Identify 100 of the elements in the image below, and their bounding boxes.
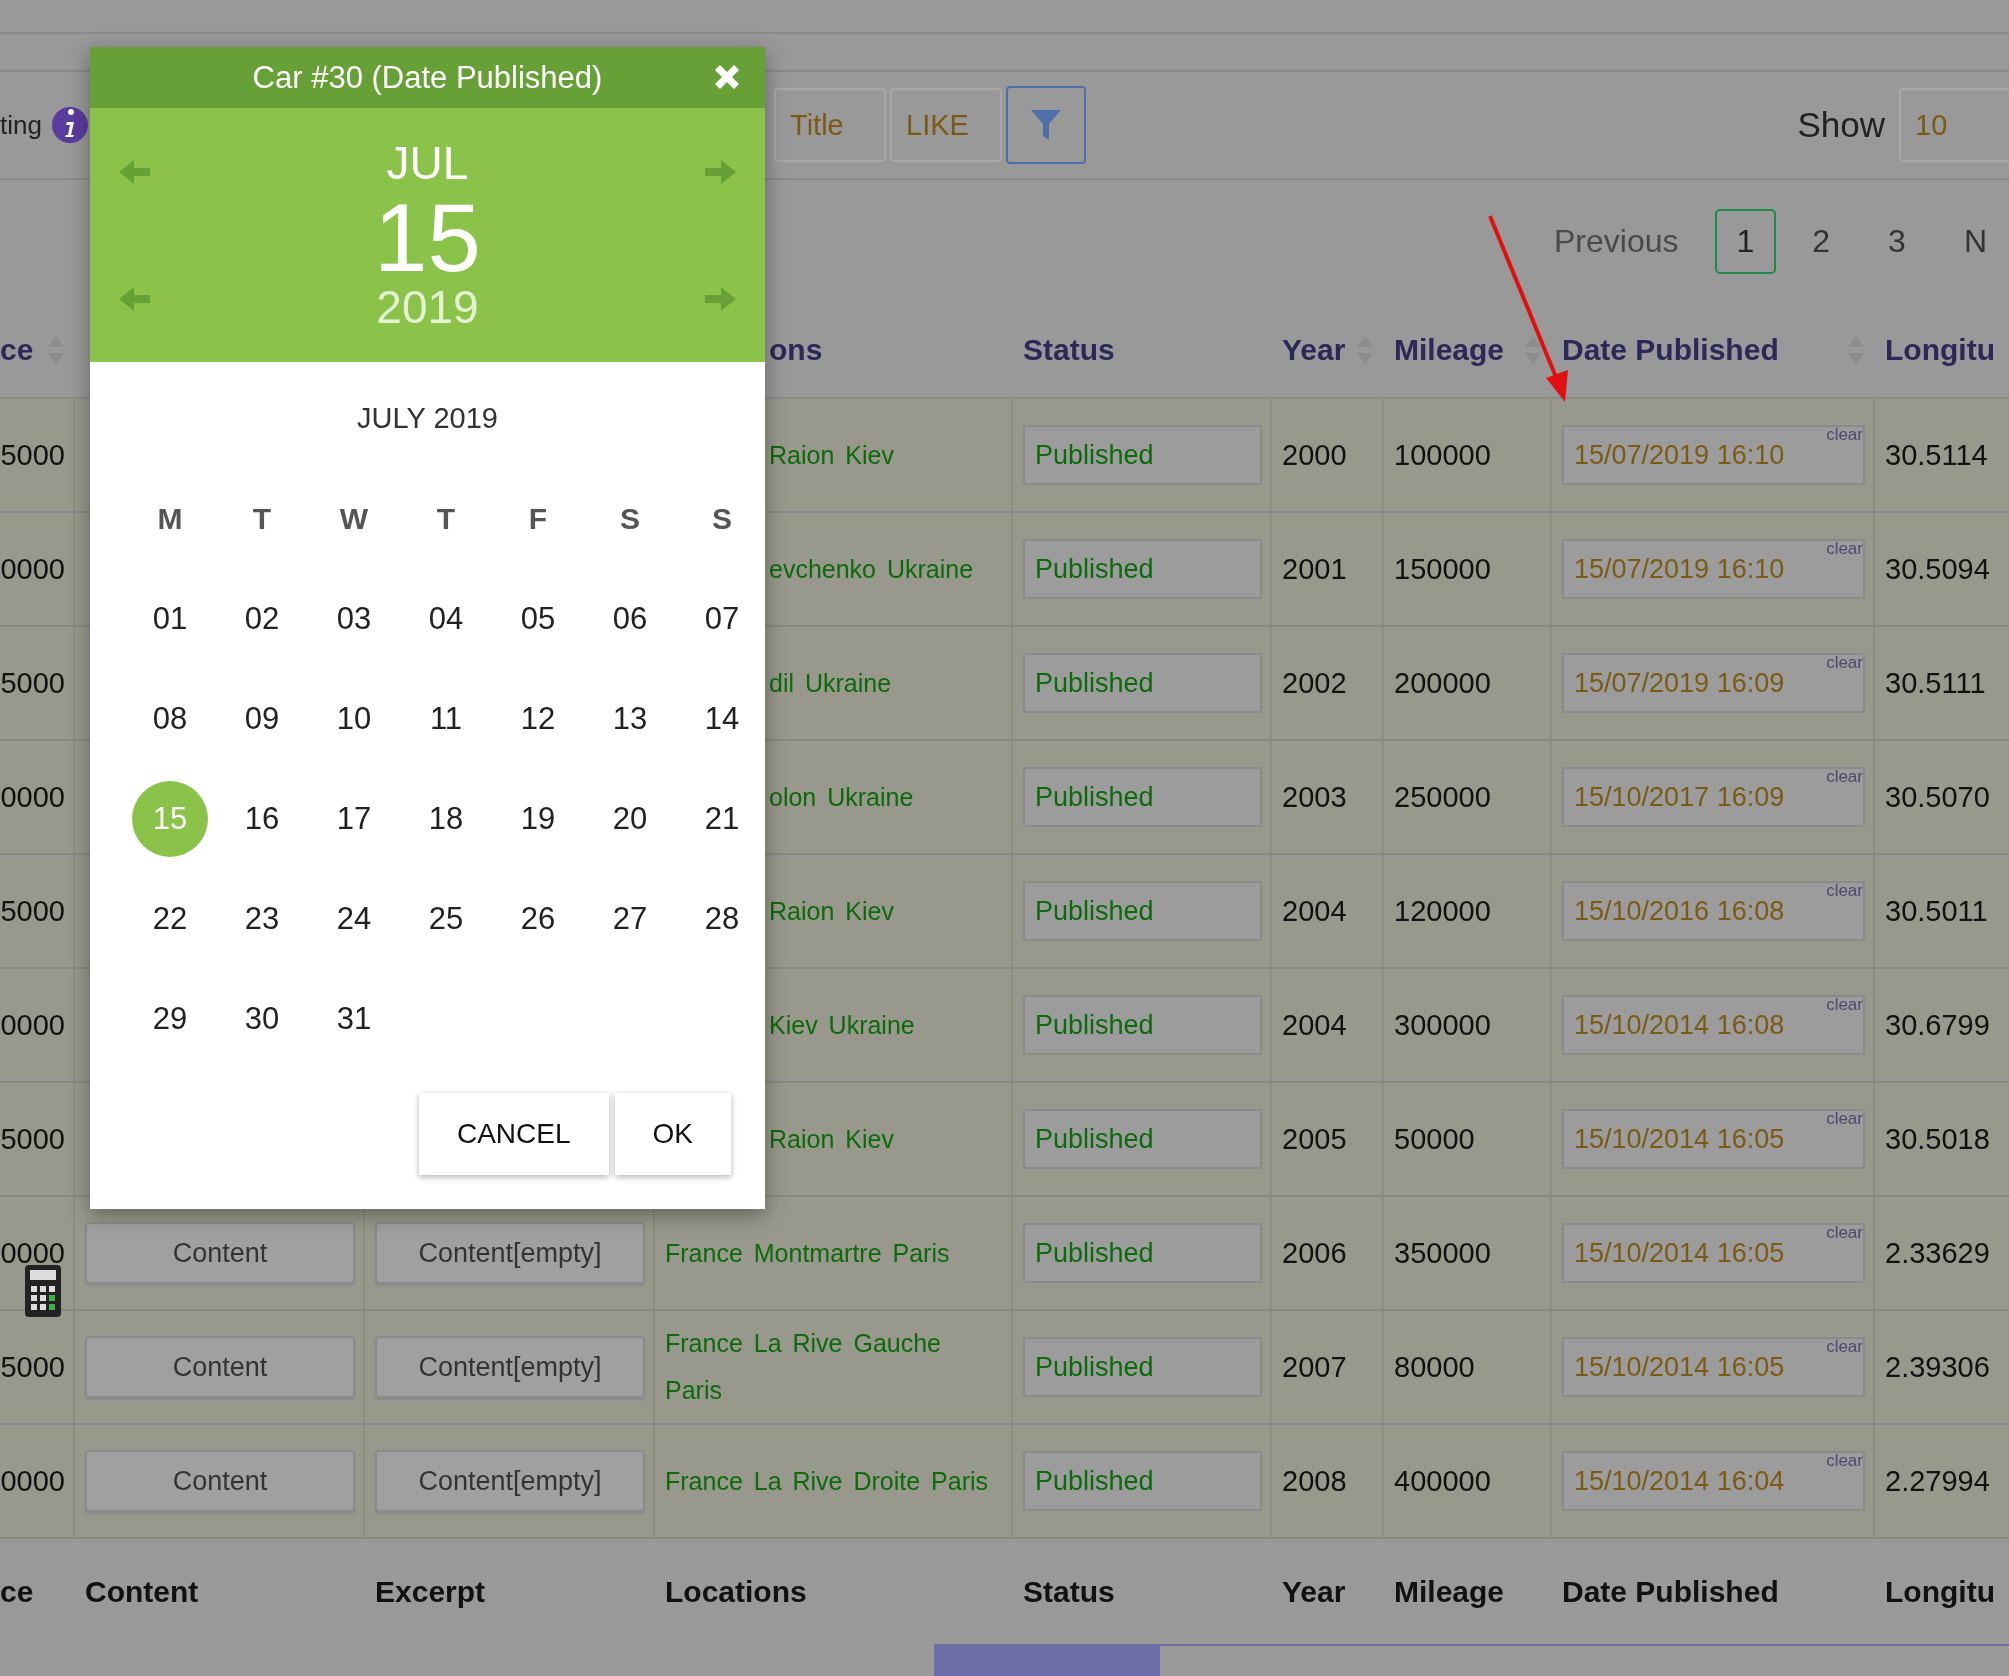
clear-link[interactable]: clear: [1826, 1451, 1863, 1471]
date-field[interactable]: 15/10/2014 16:04 clear: [1562, 1451, 1865, 1511]
location-cell-text: Raion Kiev: [769, 895, 894, 927]
clear-link[interactable]: clear: [1826, 1223, 1863, 1243]
previous-year-arrow-icon[interactable]: [118, 285, 152, 312]
calendar-day[interactable]: 25: [408, 881, 484, 957]
calendar-day[interactable]: 17: [316, 781, 392, 857]
year-cell: 2004: [1282, 894, 1347, 928]
column-footer: Locations: [665, 1574, 807, 1608]
page-link[interactable]: 2: [1790, 208, 1853, 274]
clear-link[interactable]: clear: [1826, 1109, 1863, 1129]
clear-link[interactable]: clear: [1826, 995, 1863, 1015]
calendar-day[interactable]: 02: [224, 581, 300, 657]
calendar-day[interactable]: 09: [224, 681, 300, 757]
price-cell: 0000: [0, 552, 65, 586]
status-field[interactable]: Published: [1023, 881, 1262, 941]
calendar-day[interactable]: 27: [592, 881, 668, 957]
column-header[interactable]: Date Published: [1562, 332, 1779, 367]
filter-button[interactable]: [1006, 86, 1086, 164]
clear-link[interactable]: clear: [1826, 767, 1863, 787]
page-link[interactable]: Previous: [1532, 208, 1701, 274]
date-field[interactable]: 15/07/2019 16:10 clear: [1562, 539, 1865, 599]
calculator-icon[interactable]: [25, 1265, 61, 1317]
clear-link[interactable]: clear: [1826, 1337, 1863, 1357]
date-field[interactable]: 15/10/2014 16:08 clear: [1562, 995, 1865, 1055]
calendar-day[interactable]: 21: [684, 781, 760, 857]
calendar-day[interactable]: 30: [224, 981, 300, 1057]
excerpt-button[interactable]: Content[empty]: [375, 1222, 645, 1284]
column-header[interactable]: Mileage: [1394, 332, 1505, 367]
longitude-cell: 2.33629: [1885, 1236, 1990, 1270]
calendar-day[interactable]: 11: [408, 681, 484, 757]
column-header[interactable]: ce: [0, 332, 34, 367]
calendar-day[interactable]: 24: [316, 881, 392, 957]
calendar-day[interactable]: 07: [684, 581, 760, 657]
toolbar-label: ting: [0, 109, 42, 141]
date-field[interactable]: 15/10/2017 16:09 clear: [1562, 767, 1865, 827]
date-field[interactable]: 15/10/2014 16:05 clear: [1562, 1337, 1865, 1397]
calendar-day[interactable]: 31: [316, 981, 392, 1057]
date-field[interactable]: 15/10/2014 16:05 clear: [1562, 1109, 1865, 1169]
page-link[interactable]: 1: [1714, 208, 1777, 274]
status-field[interactable]: Published: [1023, 1223, 1262, 1283]
calendar-day[interactable]: 28: [684, 881, 760, 957]
content-button[interactable]: Content: [85, 1336, 355, 1398]
info-icon[interactable]: [51, 107, 88, 143]
excerpt-button[interactable]: Content[empty]: [375, 1336, 645, 1398]
status-field[interactable]: Published: [1023, 1337, 1262, 1397]
scrollbar-thumb[interactable]: [934, 1646, 1160, 1676]
calendar-day[interactable]: 04: [408, 581, 484, 657]
date-field[interactable]: 15/10/2014 16:05 clear: [1562, 1223, 1865, 1283]
mileage-cell: 200000: [1394, 666, 1491, 700]
calendar-day[interactable]: 16: [224, 781, 300, 857]
column-header[interactable]: Status: [1023, 332, 1115, 367]
calendar-day[interactable]: 22: [132, 881, 208, 957]
calendar-day[interactable]: 18: [408, 781, 484, 857]
status-field[interactable]: Published: [1023, 1109, 1262, 1169]
column-footer: Status: [1023, 1574, 1115, 1608]
column-header[interactable]: Longitu: [1885, 332, 1995, 367]
date-field[interactable]: 15/07/2019 16:09 clear: [1562, 653, 1865, 713]
previous-month-arrow-icon[interactable]: [118, 158, 152, 185]
next-year-arrow-icon[interactable]: [703, 285, 737, 312]
column-header[interactable]: ons: [769, 332, 823, 367]
calendar-day[interactable]: 23: [224, 881, 300, 957]
calendar-day[interactable]: 14: [684, 681, 760, 757]
selected-day: 15: [374, 190, 481, 286]
calendar-day[interactable]: 03: [316, 581, 392, 657]
content-button[interactable]: Content: [85, 1222, 355, 1284]
calendar-day[interactable]: 10: [316, 681, 392, 757]
page-link[interactable]: N: [1941, 208, 2009, 274]
content-button[interactable]: Content: [85, 1450, 355, 1512]
calendar-day[interactable]: 01: [132, 581, 208, 657]
calendar-day[interactable]: 29: [132, 981, 208, 1057]
clear-link[interactable]: clear: [1826, 653, 1863, 673]
date-field[interactable]: 15/10/2016 16:08 clear: [1562, 881, 1865, 941]
clear-link[interactable]: clear: [1826, 539, 1863, 559]
calendar-day[interactable]: 13: [592, 681, 668, 757]
clear-link[interactable]: clear: [1826, 881, 1863, 901]
cancel-button[interactable]: CANCEL: [418, 1093, 609, 1175]
status-field[interactable]: Published: [1023, 425, 1262, 485]
calendar-day[interactable]: 05: [500, 581, 576, 657]
mileage-cell: 120000: [1394, 894, 1491, 928]
clear-link[interactable]: clear: [1826, 425, 1863, 445]
page-link[interactable]: 3: [1866, 208, 1928, 274]
calendar-day[interactable]: 08: [132, 681, 208, 757]
ok-button[interactable]: OK: [614, 1093, 731, 1175]
calendar-day[interactable]: 12: [500, 681, 576, 757]
status-field[interactable]: Published: [1023, 539, 1262, 599]
calendar-day[interactable]: 06: [592, 581, 668, 657]
excerpt-button[interactable]: Content[empty]: [375, 1450, 645, 1512]
calendar-day[interactable]: 26: [500, 881, 576, 957]
next-month-arrow-icon[interactable]: [703, 158, 737, 185]
calendar-day[interactable]: 20: [592, 781, 668, 857]
selected-year: 2019: [376, 284, 479, 330]
calendar-day[interactable]: 19: [500, 781, 576, 857]
status-field[interactable]: Published: [1023, 653, 1262, 713]
status-field[interactable]: Published: [1023, 1451, 1262, 1511]
date-field[interactable]: 15/07/2019 16:10 clear: [1562, 425, 1865, 485]
column-header[interactable]: Year: [1282, 332, 1346, 367]
status-field[interactable]: Published: [1023, 995, 1262, 1055]
status-field[interactable]: Published: [1023, 767, 1262, 827]
year-cell: 2006: [1282, 1236, 1347, 1270]
